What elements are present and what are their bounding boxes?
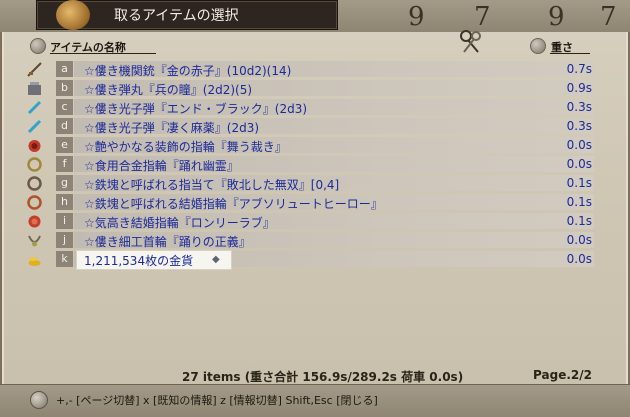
- item-pickup-window: 取るアイテムの選択 9 7 9 7 アイテムの名称 重さ a ☆僂き機関銃『金の…: [0, 0, 630, 417]
- cursor-icon: ◆: [212, 254, 220, 265]
- keyboard-help: +,- [ページ切替] x [既知の情報] z [情報切替] Shift,Esc…: [56, 394, 378, 407]
- divider: [50, 53, 156, 54]
- ring-icon: [26, 137, 43, 154]
- item-key: k: [56, 251, 73, 267]
- column-header: アイテムの名称 重さ: [0, 37, 630, 57]
- item-name[interactable]: ☆僂き細工首輪『踊りの正義』: [84, 233, 251, 250]
- list-item[interactable]: e ☆艶やかなる装飾の指輪『舞う裁き』 0.0s: [0, 136, 630, 155]
- list-item[interactable]: a ☆僂き機関銃『金の赤子』(10d2)(14) 0.7s: [0, 60, 630, 79]
- list-item[interactable]: c ☆僂き光子弾『エンド・ブラック』(2d3) 0.3s: [0, 98, 630, 117]
- list-item[interactable]: h ☆鉄塊と呼ばれる結婚指輪『アブソリュートヒーロー』 0.1s: [0, 193, 630, 212]
- list-item[interactable]: g ☆鉄塊と呼ばれる指当て『敗北した無双』[0,4] 0.1s: [0, 174, 630, 193]
- item-key: a: [56, 61, 73, 77]
- gold-coins-icon: [26, 251, 43, 268]
- item-weight: 0.0s: [566, 233, 592, 247]
- header-bullet-icon: [530, 38, 546, 54]
- item-weight: 0.0s: [566, 138, 592, 152]
- item-weight: 0.0s: [566, 252, 592, 266]
- weight-summary: 27 items (重さ合計 156.9s/289.2s 荷車 0.0s): [182, 370, 464, 384]
- item-weight: 0.3s: [566, 100, 592, 114]
- window-title: 取るアイテムの選択: [114, 8, 239, 24]
- item-name[interactable]: ☆僂き光子弾『凄く麻薬』(2d3): [84, 119, 259, 136]
- item-name[interactable]: ☆気高き結婚指輪『ロンリーラブ』: [84, 214, 275, 231]
- ornament-icon: 9: [408, 2, 425, 32]
- title-bar: 取るアイテムの選択 9 7 9 7: [0, 0, 630, 32]
- photon-bullet-icon: [26, 99, 43, 116]
- item-name[interactable]: ☆僂き光子弾『エンド・ブラック』(2d3): [84, 100, 307, 117]
- page-indicator: Page.2/2: [533, 368, 592, 382]
- item-weight: 0.1s: [566, 214, 592, 228]
- list-item[interactable]: i ☆気高き結婚指輪『ロンリーラブ』 0.1s: [0, 212, 630, 231]
- item-key: g: [56, 175, 73, 191]
- item-name[interactable]: ☆食用合金指輪『踊れ幽霊』: [84, 157, 239, 174]
- item-weight: 0.7s: [566, 62, 592, 76]
- ring-icon: [26, 156, 43, 173]
- ring-icon: [26, 213, 43, 230]
- item-key: f: [56, 156, 73, 172]
- divider: [550, 53, 590, 54]
- bag-icon: [56, 0, 90, 30]
- list-item[interactable]: j ☆僂き細工首輪『踊りの正義』 0.0s: [0, 231, 630, 250]
- ornament-icon: 7: [600, 2, 617, 32]
- necklace-icon: [26, 232, 43, 249]
- photon-bullet-icon: [26, 118, 43, 135]
- item-name[interactable]: ☆僂き弾丸『兵の瞳』(2d2)(5): [84, 81, 252, 98]
- item-key: c: [56, 99, 73, 115]
- ammo-icon: [26, 80, 43, 97]
- item-weight: 0.0s: [566, 157, 592, 171]
- item-name[interactable]: ☆鉄塊と呼ばれる指当て『敗北した無双』[0,4]: [84, 176, 339, 193]
- item-name[interactable]: ☆鉄塊と呼ばれる結婚指輪『アブソリュートヒーロー』: [84, 195, 383, 212]
- ring-icon: [26, 194, 43, 211]
- item-key: e: [56, 137, 73, 153]
- list-item[interactable]: b ☆僂き弾丸『兵の瞳』(2d2)(5) 0.9s: [0, 79, 630, 98]
- item-key: b: [56, 80, 73, 96]
- item-weight: 0.3s: [566, 119, 592, 133]
- item-weight: 0.9s: [566, 81, 592, 95]
- machine-gun-icon: [26, 61, 43, 78]
- item-key: d: [56, 118, 73, 134]
- item-name[interactable]: 1,211,534枚の金貨: [84, 252, 193, 269]
- help-bar: +,- [ページ切替] x [既知の情報] z [情報切替] Shift,Esc…: [0, 384, 630, 417]
- item-weight: 0.1s: [566, 176, 592, 190]
- item-name[interactable]: ☆僂き機関銃『金の赤子』(10d2)(14): [84, 62, 291, 79]
- list-item[interactable]: d ☆僂き光子弾『凄く麻薬』(2d3) 0.3s: [0, 117, 630, 136]
- item-key: j: [56, 232, 73, 248]
- footer-summary: 27 items (重さ合計 156.9s/289.2s 荷車 0.0s) Pa…: [0, 368, 630, 384]
- item-name[interactable]: ☆艶やかなる装飾の指輪『舞う裁き』: [84, 138, 287, 155]
- list-item-selected[interactable]: k 1,211,534枚の金貨 ◆ 0.0s: [0, 250, 630, 270]
- item-weight: 0.1s: [566, 195, 592, 209]
- item-key: h: [56, 194, 73, 210]
- list-item[interactable]: f ☆食用合金指輪『踊れ幽霊』 0.0s: [0, 155, 630, 174]
- help-bullet-icon: [30, 391, 48, 409]
- header-bullet-icon: [30, 38, 46, 54]
- item-key: i: [56, 213, 73, 229]
- ornament-icon: 9: [548, 2, 565, 32]
- ring-icon: [26, 175, 43, 192]
